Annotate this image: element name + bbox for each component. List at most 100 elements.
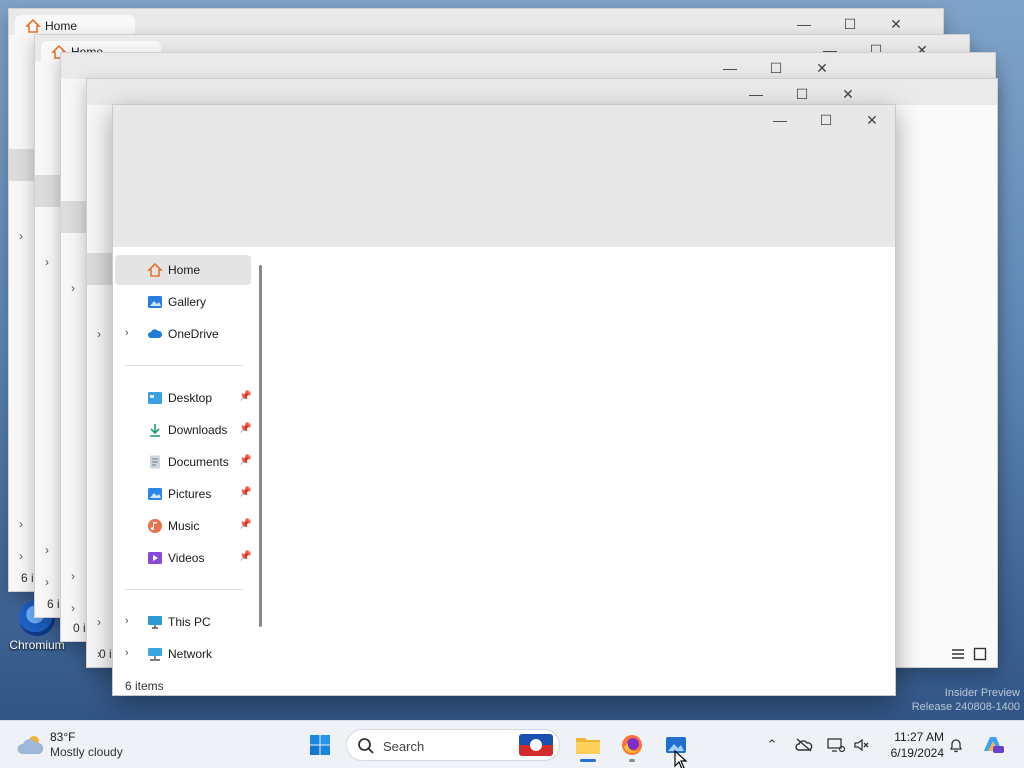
maximize-button[interactable]: ☐ <box>779 83 825 105</box>
running-indicator <box>580 759 596 762</box>
minimize-button[interactable]: — <box>757 109 803 131</box>
monitor-icon <box>148 616 162 629</box>
close-button[interactable]: ✕ <box>799 57 845 79</box>
cloud-icon <box>148 329 163 338</box>
nav-item-label: Music <box>168 519 200 533</box>
copilot-icon[interactable] <box>980 732 1006 758</box>
chevron-right-icon[interactable]: › <box>45 255 49 269</box>
ghost-caption-buttons: — ☐ ✕ <box>733 83 871 105</box>
ghost-caption-buttons: — ☐ ✕ <box>707 57 845 79</box>
chevron-right-icon[interactable]: › <box>125 647 129 659</box>
nav-item-label: Network <box>168 647 213 661</box>
notification-bell-icon[interactable] <box>946 735 966 755</box>
chevron-right-icon[interactable]: › <box>125 615 129 627</box>
display-network-icon[interactable] <box>826 735 846 755</box>
onedrive-offline-icon[interactable] <box>794 735 814 755</box>
chevron-right-icon[interactable]: › <box>45 575 49 589</box>
nav-item-label: OneDrive <box>168 327 219 341</box>
ghost-tab-label: Home <box>45 19 78 33</box>
cloudy-weather-icon <box>17 736 44 754</box>
pin-icon[interactable]: 📌 <box>239 423 251 434</box>
chevron-right-icon[interactable]: › <box>19 229 23 243</box>
chevron-right-icon[interactable]: › <box>71 281 75 295</box>
pin-icon[interactable]: 📌 <box>239 391 251 402</box>
nav-item-downloads[interactable]: Downloads 📌 <box>115 415 251 445</box>
start-button[interactable] <box>302 727 338 763</box>
taskbar: 83°F Mostly cloudy Search ⌃ 11:27 AM 6/1… <box>0 720 1024 768</box>
chevron-right-icon[interactable]: › <box>45 543 49 557</box>
navigation-pane: Home Gallery › OneDrive Desktop 📌 Downlo… <box>113 247 269 673</box>
pin-icon[interactable]: 📌 <box>239 519 251 530</box>
nav-divider <box>125 365 243 366</box>
tiles-view-icon[interactable] <box>973 647 987 661</box>
content-pane[interactable] <box>271 247 895 673</box>
file-explorer-window: — ☐ ✕ Home Gallery › OneDrive Desktop 📌 … <box>112 104 896 696</box>
nav-item-label: Gallery <box>168 295 207 309</box>
home-icon <box>147 262 163 277</box>
nav-item-pictures[interactable]: Pictures 📌 <box>115 479 251 509</box>
chevron-right-icon[interactable]: › <box>71 569 75 583</box>
minimize-button[interactable]: — <box>707 57 753 79</box>
nav-item-this-pc[interactable]: › This PC <box>115 607 251 637</box>
chevron-right-icon[interactable]: › <box>71 601 75 615</box>
search-placeholder: Search <box>383 739 425 754</box>
desktop-shortcut-label: Chromium <box>9 638 65 652</box>
search-highlight-icon <box>519 734 553 756</box>
ghost-sidebar: › › › <box>87 105 115 667</box>
chevron-right-icon[interactable]: › <box>19 517 23 531</box>
volume-muted-icon[interactable] <box>852 735 872 755</box>
folder-icon <box>576 738 600 754</box>
details-view-icon[interactable] <box>951 647 965 661</box>
nav-item-onedrive[interactable]: › OneDrive <box>115 319 251 349</box>
taskbar-file-explorer[interactable] <box>570 727 606 763</box>
videos-icon <box>148 552 162 564</box>
pin-icon[interactable]: 📌 <box>239 455 251 466</box>
nav-divider <box>125 589 243 590</box>
weather-temperature: 83°F <box>50 730 76 744</box>
weather-description: Mostly cloudy <box>50 745 123 759</box>
close-button[interactable]: ✕ <box>873 13 919 35</box>
show-hidden-icons-chevron-up-icon[interactable]: ⌃ <box>762 735 782 755</box>
watermark-line-1: Insider Preview <box>944 687 1020 699</box>
nav-item-videos[interactable]: Videos 📌 <box>115 543 251 573</box>
nav-scrollbar[interactable] <box>259 265 262 627</box>
maximize-button[interactable]: ☐ <box>753 57 799 79</box>
music-icon <box>148 519 162 533</box>
system-clock[interactable]: 11:27 AM 6/19/2024 <box>878 729 944 761</box>
close-button[interactable]: ✕ <box>849 109 895 131</box>
chevron-right-icon[interactable]: › <box>97 615 101 629</box>
ghost-status: 6 i <box>21 571 34 585</box>
nav-item-label: Home <box>168 263 201 277</box>
nav-item-home[interactable]: Home <box>115 255 251 285</box>
taskbar-firefox[interactable] <box>614 727 650 763</box>
nav-item-music[interactable]: Music 📌 <box>115 511 251 541</box>
chevron-right-icon[interactable]: › <box>125 327 129 339</box>
taskbar-search[interactable]: Search <box>346 729 560 761</box>
nav-item-label: Documents <box>168 455 229 469</box>
minimize-button[interactable]: — <box>733 83 779 105</box>
running-indicator <box>629 759 635 762</box>
chevron-right-icon[interactable]: › <box>97 327 101 341</box>
nav-item-documents[interactable]: Documents 📌 <box>115 447 251 477</box>
maximize-button[interactable]: ☐ <box>803 109 849 131</box>
ghost-status: 0 i <box>73 621 86 635</box>
gallery-icon <box>148 296 162 308</box>
pin-icon[interactable]: 📌 <box>239 487 251 498</box>
pin-icon[interactable]: 📌 <box>239 551 251 562</box>
weather-widget[interactable]: 83°F Mostly cloudy <box>14 728 154 762</box>
nav-item-network[interactable]: › Network <box>115 639 251 669</box>
maximize-button[interactable]: ☐ <box>827 13 873 35</box>
ghost-status: 0 i <box>99 647 112 661</box>
nav-item-label: Desktop <box>168 391 213 405</box>
firefox-icon <box>622 735 642 755</box>
minimize-button[interactable]: — <box>781 13 827 35</box>
nav-item-label: Pictures <box>168 487 212 501</box>
close-button[interactable]: ✕ <box>825 83 871 105</box>
nav-item-desktop[interactable]: Desktop 📌 <box>115 383 251 413</box>
desktop-folder-icon <box>148 392 162 404</box>
ghost-selected-row <box>35 175 63 207</box>
nav-item-gallery[interactable]: Gallery <box>115 287 251 317</box>
chevron-right-icon[interactable]: › <box>19 549 23 563</box>
document-icon <box>150 455 160 469</box>
search-icon <box>358 738 374 754</box>
